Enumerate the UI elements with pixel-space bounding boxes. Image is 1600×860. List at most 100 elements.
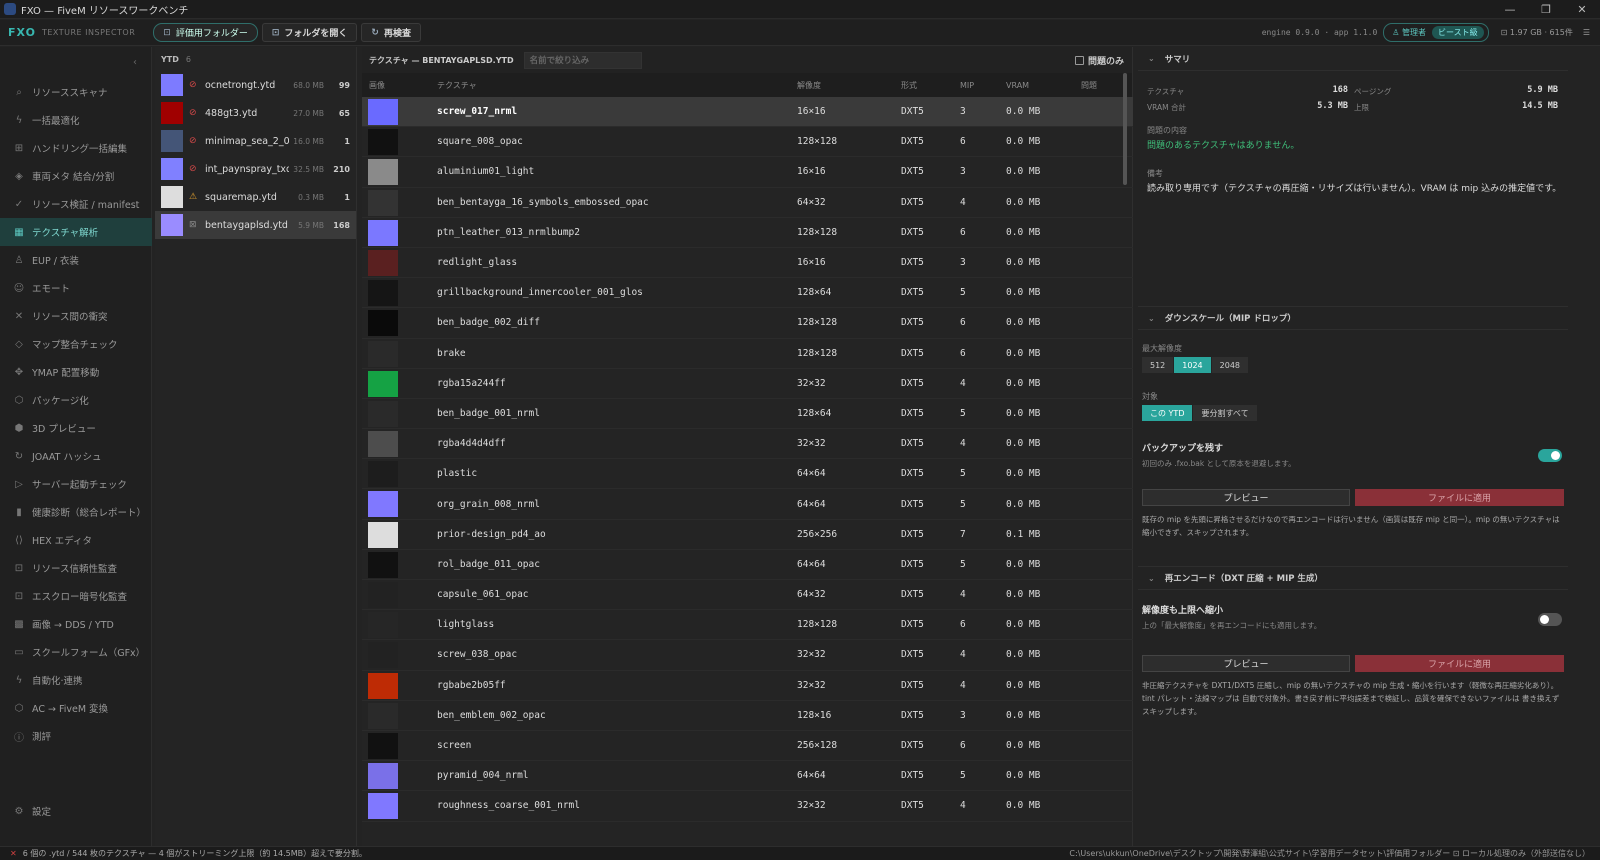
sidebar-item-trust-audit[interactable]: ⊡ リソース信頼性監査	[0, 554, 152, 582]
ytd-row[interactable]: ⚠ squaremap.ytd 0.3 MB 1	[155, 183, 356, 211]
sidebar-item-resource-validate[interactable]: ✓ リソース検証 / manifest	[0, 190, 152, 218]
reencode-preview-button[interactable]: プレビュー	[1142, 655, 1350, 672]
texture-row[interactable]: capsule_061_opac 64×32 DXT5 4 0.0 MB	[362, 580, 1133, 611]
texture-row[interactable]: ptn_leather_013_nrmlbump2 128×128 DXT5 6 0.0…	[362, 218, 1133, 248]
maximize-button[interactable]: ❐	[1528, 3, 1564, 16]
sidebar-item-resource-conflict[interactable]: ✕ リソース間の衝突	[0, 302, 152, 330]
ytd-row[interactable]: ⊘ ocnetrongt.ytd 68.0 MB 99	[155, 71, 356, 99]
texture-row[interactable]: rgba15a244ff 32×32 DXT5 4 0.0 MB	[362, 369, 1133, 399]
downscale-section-header[interactable]: ⌄ ダウンスケール（MIP ドロップ）	[1138, 306, 1568, 330]
col-problem[interactable]: 問題	[1081, 80, 1097, 91]
shrink-toggle[interactable]	[1538, 613, 1562, 626]
target-this-ytd[interactable]: この YTD	[1142, 405, 1193, 421]
texture-row[interactable]: ben_bentayga_16_symbols_embossed_opac 64×…	[362, 188, 1133, 218]
collapse-sidebar-icon[interactable]: ‹	[133, 57, 137, 68]
col-resolution[interactable]: 解像度	[797, 80, 821, 91]
ytd-row[interactable]: ⊘ 488gt3.ytd 27.0 MB 65	[155, 99, 356, 127]
col-vram[interactable]: VRAM	[1006, 81, 1029, 90]
eval-folder-button[interactable]: ⊡ 評価用フォルダー	[153, 23, 258, 42]
filter-input[interactable]: 名前で絞り込み	[523, 51, 642, 69]
sidebar-item-automation[interactable]: ϟ 自動化·連携	[0, 666, 152, 694]
texture-row[interactable]: screw_038_opac 32×32 DXT5 4 0.0 MB	[362, 640, 1133, 671]
reencode-section-header[interactable]: ⌄ 再エンコード（DXT 圧縮 + MIP 生成）	[1138, 566, 1568, 590]
sidebar-item-joaat-hash[interactable]: ↻ JOAAT ハッシュ	[0, 442, 152, 470]
col-format[interactable]: 形式	[901, 80, 917, 91]
sidebar-item-package[interactable]: ⬡ パッケージ化	[0, 386, 152, 414]
ytd-row[interactable]: ⊠ bentaygaplsd.ytd 5.9 MB 168	[155, 211, 356, 239]
sidebar-item-emote[interactable]: ☺ エモート	[0, 274, 152, 302]
sidebar-item-eup[interactable]: ♙ EUP / 衣装	[0, 246, 152, 274]
reencode-apply-button[interactable]: ファイルに適用	[1355, 655, 1564, 672]
summary-section-header[interactable]: ⌄ サマリ	[1138, 47, 1568, 71]
col-texture[interactable]: テクスチャ	[437, 80, 477, 91]
ytd-thumbnail	[161, 158, 183, 180]
texture-thumbnail	[368, 129, 398, 156]
texture-row[interactable]: redlight_glass 16×16 DXT5 3 0.0 MB	[362, 248, 1133, 279]
sidebar-item-ymap-move[interactable]: ✥ YMAP 配置移動	[0, 358, 152, 386]
sidebar-item-about[interactable]: ⓘ 測評	[0, 722, 152, 750]
downscale-preview-button[interactable]: プレビュー	[1142, 489, 1350, 506]
texture-row[interactable]: plastic 64×64 DXT5 5 0.0 MB	[362, 459, 1133, 490]
target-all-split[interactable]: 要分割すべて	[1193, 405, 1257, 421]
texture-mip: 5	[960, 468, 966, 480]
col-mip[interactable]: MIP	[960, 81, 974, 90]
sidebar-item-handling-bulk-edit[interactable]: ⊞ ハンドリング一括編集	[0, 134, 152, 162]
texture-row[interactable]: rol_badge_011_opac 64×64 DXT5 5 0.0 MB	[362, 550, 1133, 580]
sidebar-item-texture-analysis[interactable]: ▦ テクスチャ解析	[0, 218, 152, 246]
sidebar-item-scaleform[interactable]: ▭ スクールフォーム（GFx）	[0, 638, 152, 666]
status-icon: ⊠	[189, 220, 197, 230]
checkbox-icon	[1074, 55, 1084, 65]
mode-badge[interactable]: ♙ 管理者 ビースト級	[1383, 23, 1489, 42]
sidebar-item-hex-editor[interactable]: ⟨⟩ HEX エディタ	[0, 526, 152, 554]
sidebar-item-bulk-optimize[interactable]: ϟ 一括最適化	[0, 106, 152, 134]
sliders-icon[interactable]: ☰	[1583, 28, 1590, 37]
col-image[interactable]: 画像	[369, 80, 385, 91]
sidebar-item-preview-3d[interactable]: ⬢ 3D プレビュー	[0, 414, 152, 442]
sidebar-item-server-check[interactable]: ▷ サーバー起動チェック	[0, 470, 152, 498]
only-problems-checkbox[interactable]: 問題のみ	[1074, 54, 1124, 67]
texture-row[interactable]: rgbabe2b05ff 32×32 DXT5 4 0.0 MB	[362, 671, 1133, 701]
texture-row[interactable]: prior-design_pd4_ao 256×256 DXT5 7 0.1 MB	[362, 520, 1133, 550]
texture-row[interactable]: aluminium01_light 16×16 DXT5 3 0.0 MB	[362, 157, 1133, 188]
texture-scrollbar[interactable]	[1123, 73, 1127, 185]
texture-row[interactable]: ben_badge_002_diff 128×128 DXT5 6 0.0 MB	[362, 308, 1133, 339]
texture-row[interactable]: brake 128×128 DXT5 6 0.0 MB	[362, 339, 1133, 369]
texture-format: DXT5	[901, 468, 924, 480]
texture-thumbnail	[368, 702, 398, 729]
texture-row[interactable]: ben_emblem_002_opac 128×16 DXT5 3 0.0 MB	[362, 701, 1133, 731]
backup-toggle[interactable]	[1538, 449, 1562, 462]
sidebar-item-image-dds[interactable]: ▩ 画像 → DDS / YTD	[0, 610, 152, 638]
texture-row[interactable]: grillbackground_innercooler_001_glos 128×…	[362, 278, 1133, 309]
texture-row[interactable]: screen 256×128 DXT5 6 0.0 MB	[362, 731, 1133, 762]
sidebar-item-map-check[interactable]: ◇ マップ整合チェック	[0, 330, 152, 358]
open-folder-button[interactable]: ⊡ フォルダを開く	[261, 23, 358, 42]
texture-row[interactable]: square_008_opac 128×128 DXT5 6 0.0 MB	[362, 127, 1133, 158]
ytd-row[interactable]: ⊘ int_paynspray_txd...32.5 MB 210	[155, 155, 356, 183]
sidebar-item-vehicle-meta[interactable]: ◈ 車両メタ 結合/分割	[0, 162, 152, 190]
texture-row[interactable]: lightglass 128×128 DXT5 6 0.0 MB	[362, 610, 1133, 641]
rescan-button[interactable]: ↻ 再検査	[361, 23, 421, 42]
close-button[interactable]: ✕	[1564, 3, 1600, 16]
sidebar-item-label: EUP / 衣装	[32, 256, 79, 267]
res-option-2048[interactable]: 2048	[1211, 357, 1248, 373]
sidebar-item-escrow-audit[interactable]: ⊡ エスクロー暗号化監査	[0, 582, 152, 610]
minimize-button[interactable]: —	[1492, 3, 1528, 16]
ytd-row[interactable]: ⊘ minimap_sea_2_0....16.0 MB 1	[155, 127, 356, 155]
sidebar-item-settings[interactable]: ⚙ 設定	[0, 797, 152, 825]
res-option-1024[interactable]: 1024	[1174, 357, 1211, 373]
disk-icon: ⊡	[1500, 28, 1510, 37]
texture-row[interactable]: ben_badge_001_nrml 128×64 DXT5 5 0.0 MB	[362, 399, 1133, 430]
sidebar-item-resource-scanner[interactable]: ⌕ リソーススキャナ	[0, 78, 152, 106]
texture-resolution: 16×16	[797, 166, 826, 178]
texture-row[interactable]: roughness_coarse_001_nrml 32×32 DXT5 4 0.0 M…	[362, 791, 1133, 822]
sidebar-item-ac-convert[interactable]: ⬡ AC → FiveM 変換	[0, 694, 152, 722]
downscale-apply-button[interactable]: ファイルに適用	[1355, 489, 1564, 506]
texture-row[interactable]: screw_017_nrml 16×16 DXT5 3 0.0 MB	[362, 97, 1133, 128]
res-option-512[interactable]: 512	[1142, 357, 1174, 373]
folder-open-icon: ⊡	[271, 27, 280, 38]
sidebar-item-health-report[interactable]: ▮ 健康診断（総合レポート）	[0, 498, 152, 526]
texture-resolution: 32×32	[797, 377, 826, 389]
texture-row[interactable]: rgba4d4d4dff 32×32 DXT5 4 0.0 MB	[362, 429, 1133, 460]
texture-row[interactable]: pyramid_004_nrml 64×64 DXT5 5 0.0 MB	[362, 761, 1133, 792]
texture-row[interactable]: org_grain_008_nrml 64×64 DXT5 5 0.0 MB	[362, 489, 1133, 520]
